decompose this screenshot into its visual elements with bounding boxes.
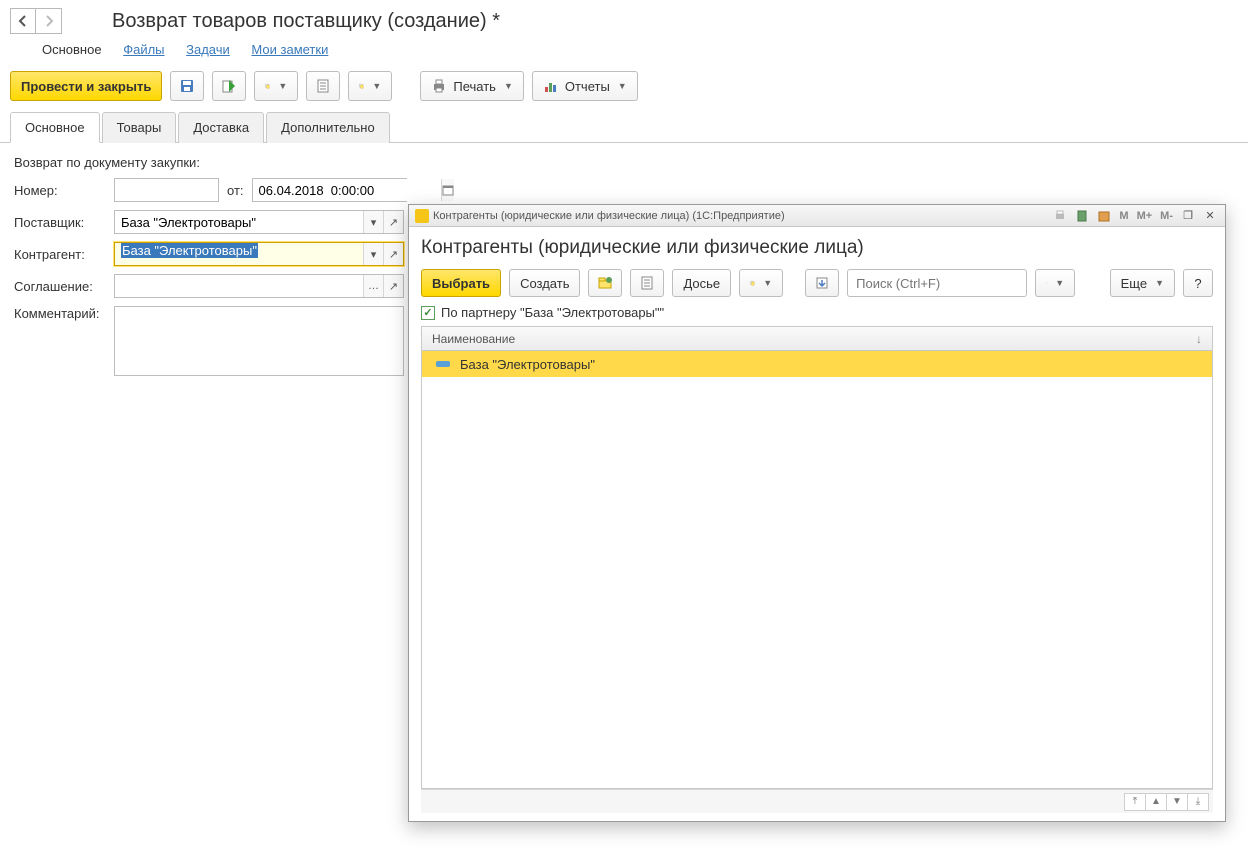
create-group-button[interactable] [588,269,622,297]
search-input[interactable] [848,270,1040,296]
load-button[interactable] [805,269,839,297]
nav-link-files[interactable]: Файлы [123,42,164,57]
scroll-down-button[interactable]: ▼ [1166,793,1188,811]
print-label: Печать [453,79,496,94]
supplier-input[interactable] [115,211,363,233]
date-input[interactable] [253,179,441,201]
maximize-button[interactable]: ❐ [1179,208,1197,224]
counterparty-select-dialog: Контрагенты (юридические или физические … [408,204,1226,822]
create-button[interactable]: Создать [509,269,580,297]
dossier-button[interactable]: Досье [672,269,731,297]
search-field[interactable]: × [847,269,1027,297]
chevron-down-icon: ▼ [763,278,772,288]
scroll-top-button[interactable]: ⤒ [1124,793,1146,811]
agreement-label: Соглашение: [14,279,114,294]
more-label: Еще [1121,276,1147,291]
chevron-down-icon: ▼ [1055,278,1064,288]
based-on-dropdown-button[interactable]: ▼ [739,269,783,297]
from-label: от: [227,183,244,198]
supplier-dropdown-button[interactable]: ▾ [363,211,383,233]
dt-dk-button[interactable]: ▼ [348,71,392,101]
mem-mminus-button[interactable]: M- [1158,210,1175,222]
create-based-on-button[interactable]: ▼ [254,71,298,101]
chevron-down-icon: ▼ [278,81,287,91]
number-input[interactable] [114,178,219,202]
close-button[interactable]: ✕ [1201,208,1219,224]
nav-link-main[interactable]: Основное [42,42,102,57]
agreement-open-button[interactable]: ↗ [383,275,403,297]
reports-button[interactable]: Отчеты ▼ [532,71,638,101]
reports-label: Отчеты [565,79,610,94]
post-and-close-button[interactable]: Провести и закрыть [10,71,162,101]
comment-label: Комментарий: [14,306,114,321]
item-icon [436,361,450,367]
counterparty-label: Контрагент: [14,247,114,262]
scroll-up-button[interactable]: ▲ [1145,793,1167,811]
calendar-mini-icon[interactable] [1095,208,1113,224]
partner-filter-label: По партнеру "База "Электротовары"" [441,305,664,320]
search-dropdown-button[interactable]: ▼ [1035,269,1075,297]
print-icon[interactable] [1051,208,1069,224]
tab-extra[interactable]: Дополнительно [266,112,390,143]
supplier-open-button[interactable]: ↗ [383,211,403,233]
calendar-icon[interactable] [441,179,454,201]
post-button[interactable] [212,71,246,101]
agreement-select-button[interactable]: … [363,275,383,297]
list-view-button[interactable] [630,269,664,297]
nav-back-button[interactable] [10,8,36,34]
counterparty-open-button[interactable]: ↗ [383,243,403,265]
partner-filter-checkbox[interactable]: ✓ [421,306,435,320]
tab-delivery[interactable]: Доставка [178,112,264,143]
more-button[interactable]: Еще ▼ [1110,269,1175,297]
comment-input[interactable] [114,306,404,376]
column-name-header[interactable]: Наименование [432,332,515,346]
nav-link-notes[interactable]: Мои заметки [251,42,328,57]
counterparty-selected-text: База "Электротовары" [121,243,258,258]
app-icon [415,209,429,223]
purchase-doc-label: Возврат по документу закупки: [14,155,200,170]
tab-goods[interactable]: Товары [102,112,177,143]
supplier-label: Поставщик: [14,215,114,230]
sort-indicator-icon[interactable]: ↓ [1196,332,1202,346]
dossier-label: Досье [683,276,720,291]
help-label: ? [1194,276,1201,291]
select-button[interactable]: Выбрать [421,269,501,297]
chevron-down-icon: ▼ [1155,278,1164,288]
dialog-window-title: Контрагенты (юридические или физические … [433,210,785,222]
agreement-input[interactable] [115,275,363,297]
nav-forward-button[interactable] [36,8,62,34]
item-label: База "Электротовары" [460,357,595,372]
page-title: Возврат товаров поставщику (создание) * [112,10,500,33]
mem-mplus-button[interactable]: M+ [1135,210,1155,222]
save-button[interactable] [170,71,204,101]
create-label: Создать [520,276,569,291]
number-label: Номер: [14,183,114,198]
tab-main[interactable]: Основное [10,112,100,143]
list-item[interactable]: База "Электротовары" [422,351,1212,377]
help-button[interactable]: ? [1183,269,1213,297]
mem-m-button[interactable]: M [1117,210,1130,222]
calc-icon[interactable] [1073,208,1091,224]
chevron-down-icon: ▼ [504,81,513,91]
counterparty-dropdown-button[interactable]: ▾ [363,243,383,265]
print-button[interactable]: Печать ▼ [420,71,524,101]
scroll-bottom-button[interactable]: ⤓ [1187,793,1209,811]
dialog-heading: Контрагенты (юридические или физические … [421,237,1213,259]
select-label: Выбрать [432,276,490,291]
chevron-down-icon: ▼ [372,81,381,91]
chevron-down-icon: ▼ [618,81,627,91]
post-and-close-label: Провести и закрыть [21,79,151,94]
nav-link-tasks[interactable]: Задачи [186,42,230,57]
document-structure-button[interactable] [306,71,340,101]
